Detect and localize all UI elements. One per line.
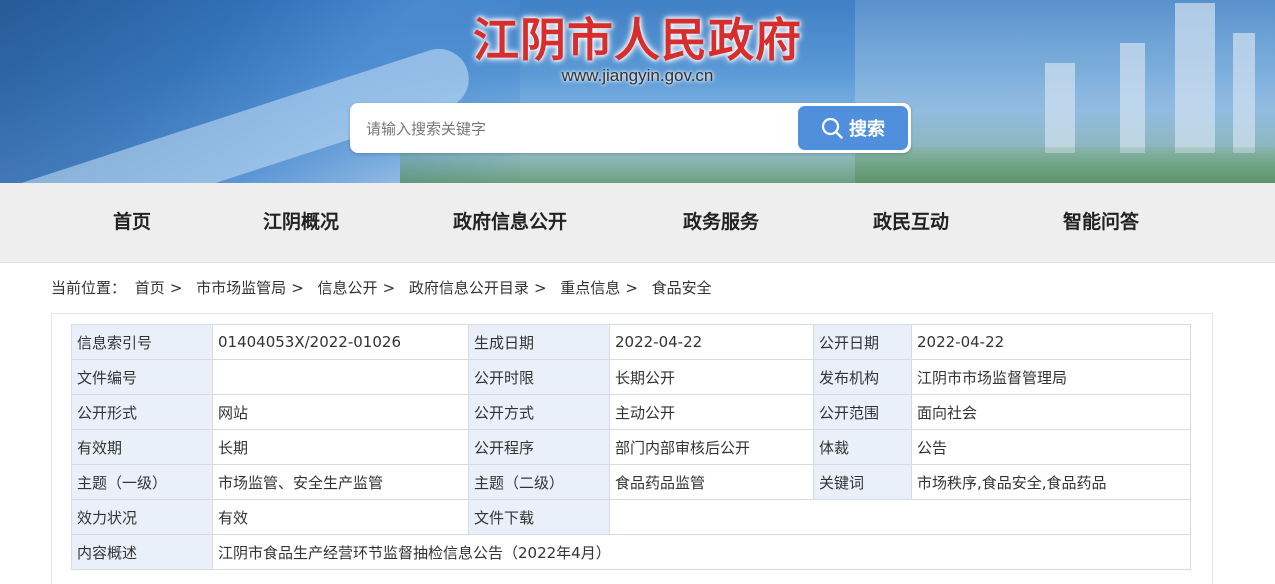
breadcrumb-item-key-info[interactable]: 重点信息 bbox=[560, 279, 620, 297]
search-icon bbox=[821, 117, 843, 139]
breadcrumb-prefix: 当前位置： bbox=[51, 279, 127, 297]
nav-item-info-disclosure[interactable]: 政府信息公开 bbox=[453, 183, 567, 262]
field-label: 公开方式 bbox=[468, 394, 610, 430]
field-label: 公开日期 bbox=[813, 324, 912, 360]
field-value: 市场秩序,食品安全,食品药品 bbox=[911, 464, 1191, 500]
field-label: 公开形式 bbox=[71, 394, 213, 430]
field-value: 长期 bbox=[212, 429, 469, 465]
field-value: 2022-04-22 bbox=[911, 324, 1191, 360]
nav-item-home[interactable]: 首页 bbox=[113, 183, 151, 262]
breadcrumb-item-food-safety[interactable]: 食品安全 bbox=[652, 279, 712, 297]
header-banner: 江阴市人民政府 www.jiangyin.gov.cn 搜索 bbox=[0, 0, 1275, 183]
field-label: 有效期 bbox=[71, 429, 213, 465]
main-nav: 首页 江阴概况 政府信息公开 政务服务 政民互动 智能问答 bbox=[0, 183, 1275, 263]
field-value: 有效 bbox=[212, 499, 469, 535]
field-value: 市场监管、安全生产监管 bbox=[212, 464, 469, 500]
field-label: 文件下载 bbox=[468, 499, 610, 535]
field-value: 2022-04-22 bbox=[609, 324, 814, 360]
field-value: 网站 bbox=[212, 394, 469, 430]
field-value: 长期公开 bbox=[609, 359, 814, 395]
field-label: 主题（二级） bbox=[468, 464, 610, 500]
field-value: 食品药品监管 bbox=[609, 464, 814, 500]
file-download-cell bbox=[609, 499, 1191, 535]
field-label: 体裁 bbox=[813, 429, 912, 465]
site-url: www.jiangyin.gov.cn bbox=[561, 66, 714, 85]
nav-item-interaction[interactable]: 政民互动 bbox=[873, 183, 949, 262]
breadcrumb-item-catalog[interactable]: 政府信息公开目录 bbox=[409, 279, 529, 297]
breadcrumb-item-disclosure[interactable]: 信息公开 bbox=[318, 279, 378, 297]
table-row: 效力状况 有效 文件下载 bbox=[71, 499, 1191, 535]
field-value: 公告 bbox=[911, 429, 1191, 465]
table-row: 有效期 长期 公开程序 部门内部审核后公开 体裁 公告 bbox=[71, 429, 1191, 465]
field-value: 部门内部审核后公开 bbox=[609, 429, 814, 465]
table-row: 内容概述 江阴市食品生产经营环节监督抽检信息公告（2022年4月） bbox=[71, 534, 1191, 570]
nav-item-gov-services[interactable]: 政务服务 bbox=[683, 183, 759, 262]
table-row: 主题（一级） 市场监管、安全生产监管 主题（二级） 食品药品监管 关键词 市场秩… bbox=[71, 464, 1191, 500]
breadcrumb: 当前位置： 首页 > 市市场监管局 > 信息公开 > 政府信息公开目录 > 重点信息 > … bbox=[51, 279, 712, 297]
table-row: 公开形式 网站 公开方式 主动公开 公开范围 面向社会 bbox=[71, 394, 1191, 430]
field-label: 公开程序 bbox=[468, 429, 610, 465]
search-input[interactable] bbox=[364, 103, 798, 155]
search-box: 搜索 bbox=[350, 103, 911, 155]
table-row: 文件编号 公开时限 长期公开 发布机构 江阴市市场监督管理局 bbox=[71, 359, 1191, 395]
field-value: 01404053X/2022-01026 bbox=[212, 324, 469, 360]
field-label: 生成日期 bbox=[468, 324, 610, 360]
site-title: 江阴市人民政府 bbox=[473, 13, 802, 67]
field-label: 信息索引号 bbox=[71, 324, 213, 360]
info-table: 信息索引号 01404053X/2022-01026 生成日期 2022-04-… bbox=[71, 324, 1191, 570]
field-label: 主题（一级） bbox=[71, 464, 213, 500]
field-label: 关键词 bbox=[813, 464, 912, 500]
nav-item-smart-qa[interactable]: 智能问答 bbox=[1063, 183, 1139, 262]
field-value bbox=[212, 359, 469, 395]
field-value: 面向社会 bbox=[911, 394, 1191, 430]
field-value: 江阴市食品生产经营环节监督抽检信息公告（2022年4月） bbox=[212, 534, 1191, 570]
search-button[interactable]: 搜索 bbox=[798, 106, 908, 150]
search-button-label: 搜索 bbox=[849, 119, 885, 140]
breadcrumb-item-bureau[interactable]: 市市场监管局 bbox=[196, 279, 286, 297]
field-value: 主动公开 bbox=[609, 394, 814, 430]
field-value: 江阴市市场监督管理局 bbox=[911, 359, 1191, 395]
field-label: 效力状况 bbox=[71, 499, 213, 535]
nav-item-overview[interactable]: 江阴概况 bbox=[263, 183, 339, 262]
breadcrumb-item-home[interactable]: 首页 bbox=[135, 279, 165, 297]
field-label: 文件编号 bbox=[71, 359, 213, 395]
field-label: 内容概述 bbox=[71, 534, 213, 570]
field-label: 公开范围 bbox=[813, 394, 912, 430]
table-row: 信息索引号 01404053X/2022-01026 生成日期 2022-04-… bbox=[71, 324, 1191, 360]
field-label: 发布机构 bbox=[813, 359, 912, 395]
field-label: 公开时限 bbox=[468, 359, 610, 395]
